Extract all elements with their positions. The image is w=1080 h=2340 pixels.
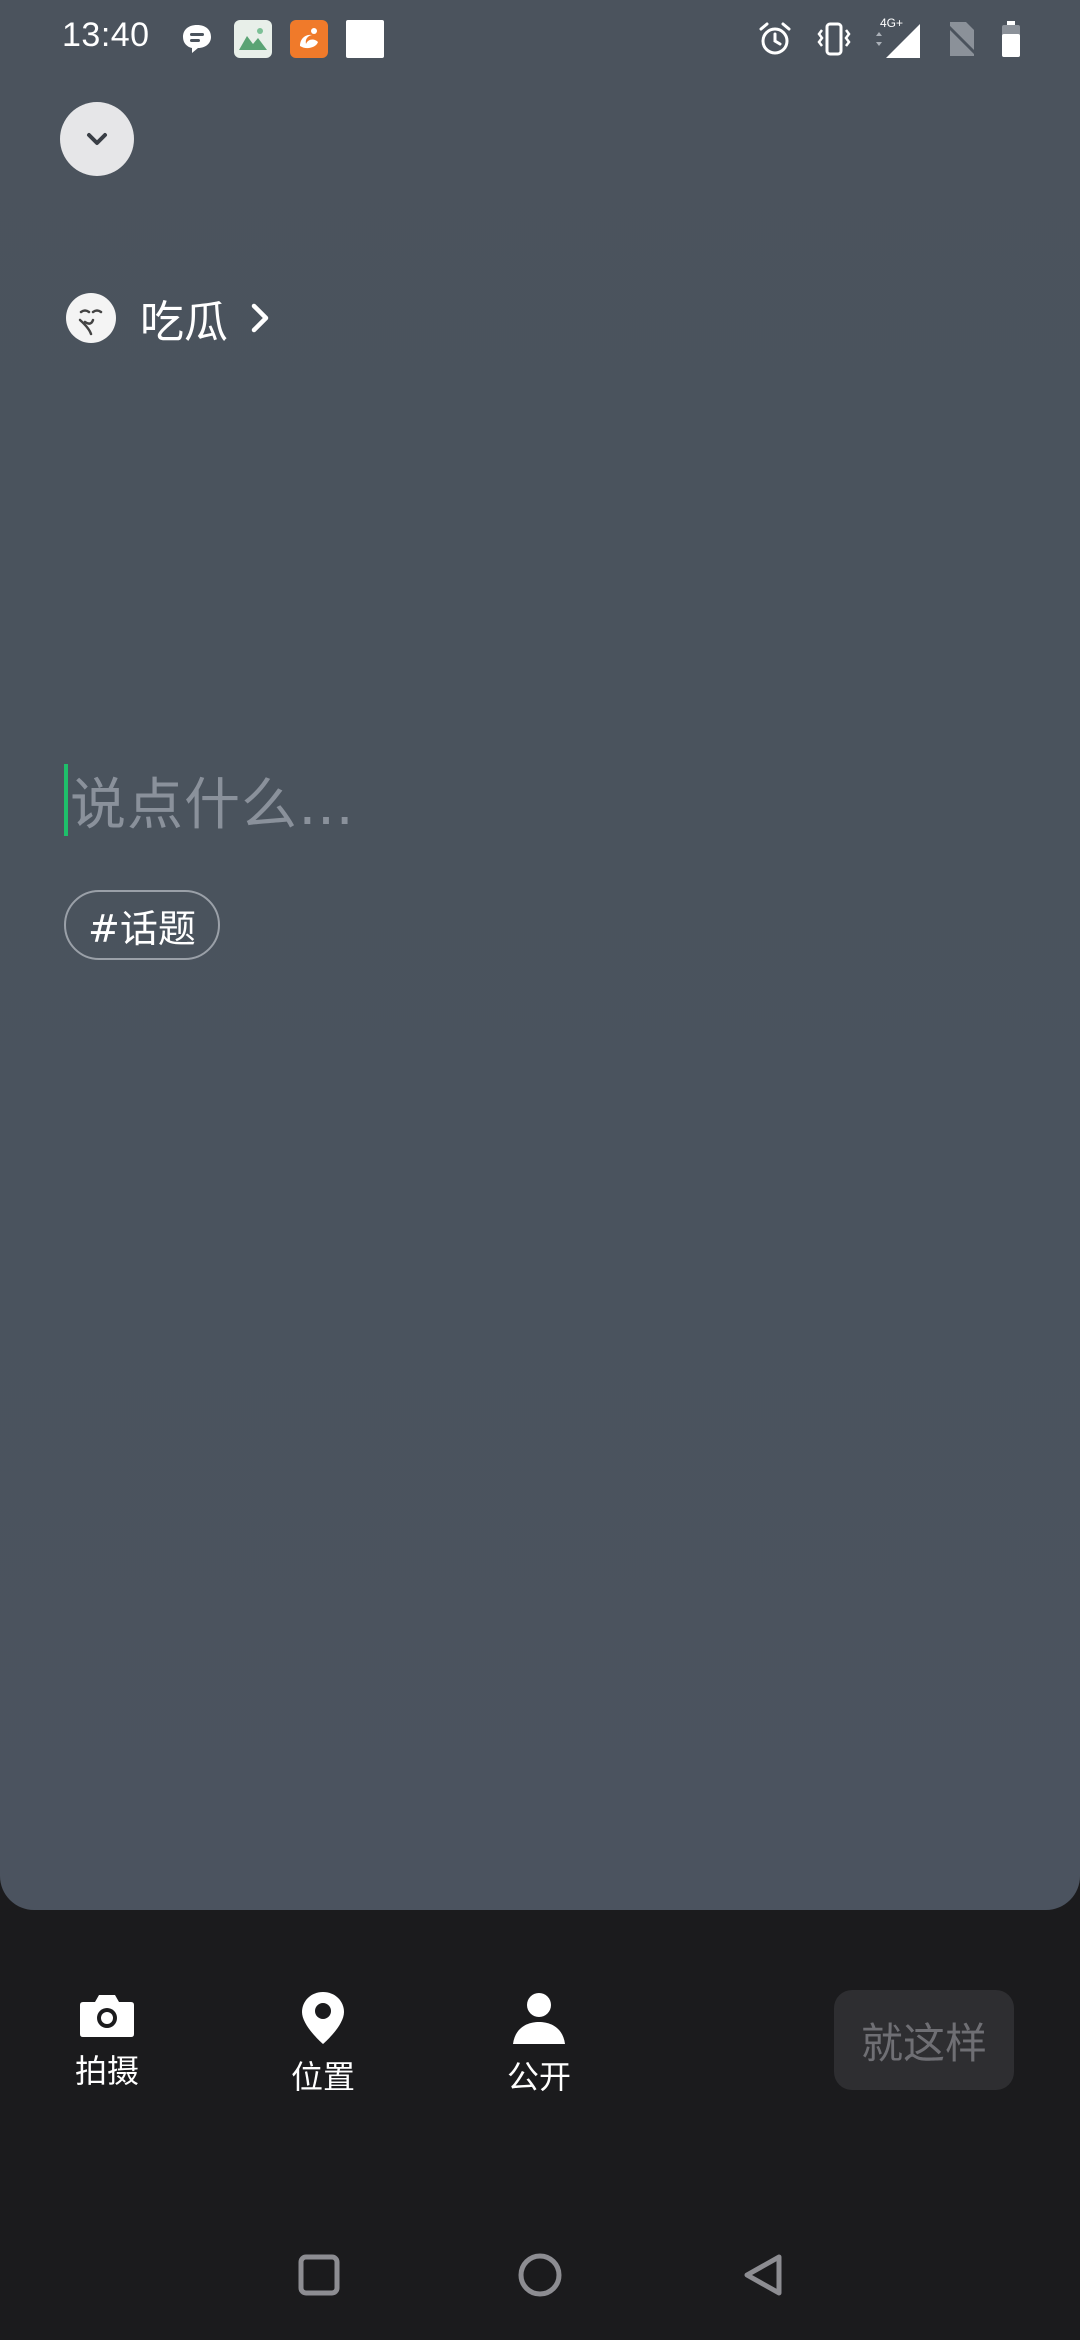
battery-icon xyxy=(1000,20,1022,62)
location-button[interactable]: 位置 xyxy=(268,1990,378,2098)
signal-icon: 4G+ xyxy=(874,16,922,60)
square-icon xyxy=(298,2254,340,2296)
location-label: 位置 xyxy=(290,2058,355,2096)
compose-panel: 13:40 4G+ 吃瓜 说点什么… #话题 xyxy=(0,0,1080,1910)
camera-button[interactable]: 拍摄 xyxy=(52,1990,162,2092)
status-time: 13:40 xyxy=(62,16,150,54)
vibrate-icon xyxy=(816,20,852,62)
gallery-app-icon xyxy=(234,20,272,58)
melon-eating-emoji-icon xyxy=(66,293,116,343)
input-placeholder: 说点什么… xyxy=(70,772,355,838)
notification-icons xyxy=(178,20,384,58)
visibility-label: 公开 xyxy=(506,2058,571,2096)
post-text-input[interactable]: 说点什么… xyxy=(64,760,355,840)
text-cursor xyxy=(64,764,68,836)
chevron-right-icon xyxy=(251,303,269,333)
recents-button[interactable] xyxy=(274,2230,364,2320)
chevron-down-icon xyxy=(87,133,107,145)
white-square-icon xyxy=(346,20,384,58)
alarm-icon xyxy=(756,20,794,62)
chat-bubble-icon xyxy=(178,20,216,58)
topic-tag-button[interactable]: #话题 xyxy=(64,890,220,960)
mood-selector[interactable]: 吃瓜 xyxy=(66,288,274,348)
uc-browser-icon xyxy=(290,20,328,58)
navigation-bar xyxy=(0,2230,1080,2320)
triangle-back-icon xyxy=(744,2254,782,2296)
no-sim-icon xyxy=(944,20,978,62)
location-pin-icon xyxy=(302,1992,344,2044)
collapse-button[interactable] xyxy=(60,102,134,176)
submit-button[interactable]: 就这样 xyxy=(834,1990,1014,2090)
system-icons: 4G+ xyxy=(756,16,1022,62)
person-icon xyxy=(513,1993,565,2044)
screen: 13:40 4G+ 吃瓜 说点什么… #话题 拍摄 位置 公开 就这样 xyxy=(0,0,1080,2340)
visibility-button[interactable]: 公开 xyxy=(484,1990,594,2098)
camera-label: 拍摄 xyxy=(74,2052,139,2090)
back-button[interactable] xyxy=(718,2230,808,2320)
status-bar: 13:40 4G+ xyxy=(0,0,1080,80)
home-button[interactable] xyxy=(495,2230,585,2320)
camera-icon xyxy=(80,1995,134,2037)
circle-icon xyxy=(518,2253,562,2297)
mood-label: 吃瓜 xyxy=(140,297,228,348)
